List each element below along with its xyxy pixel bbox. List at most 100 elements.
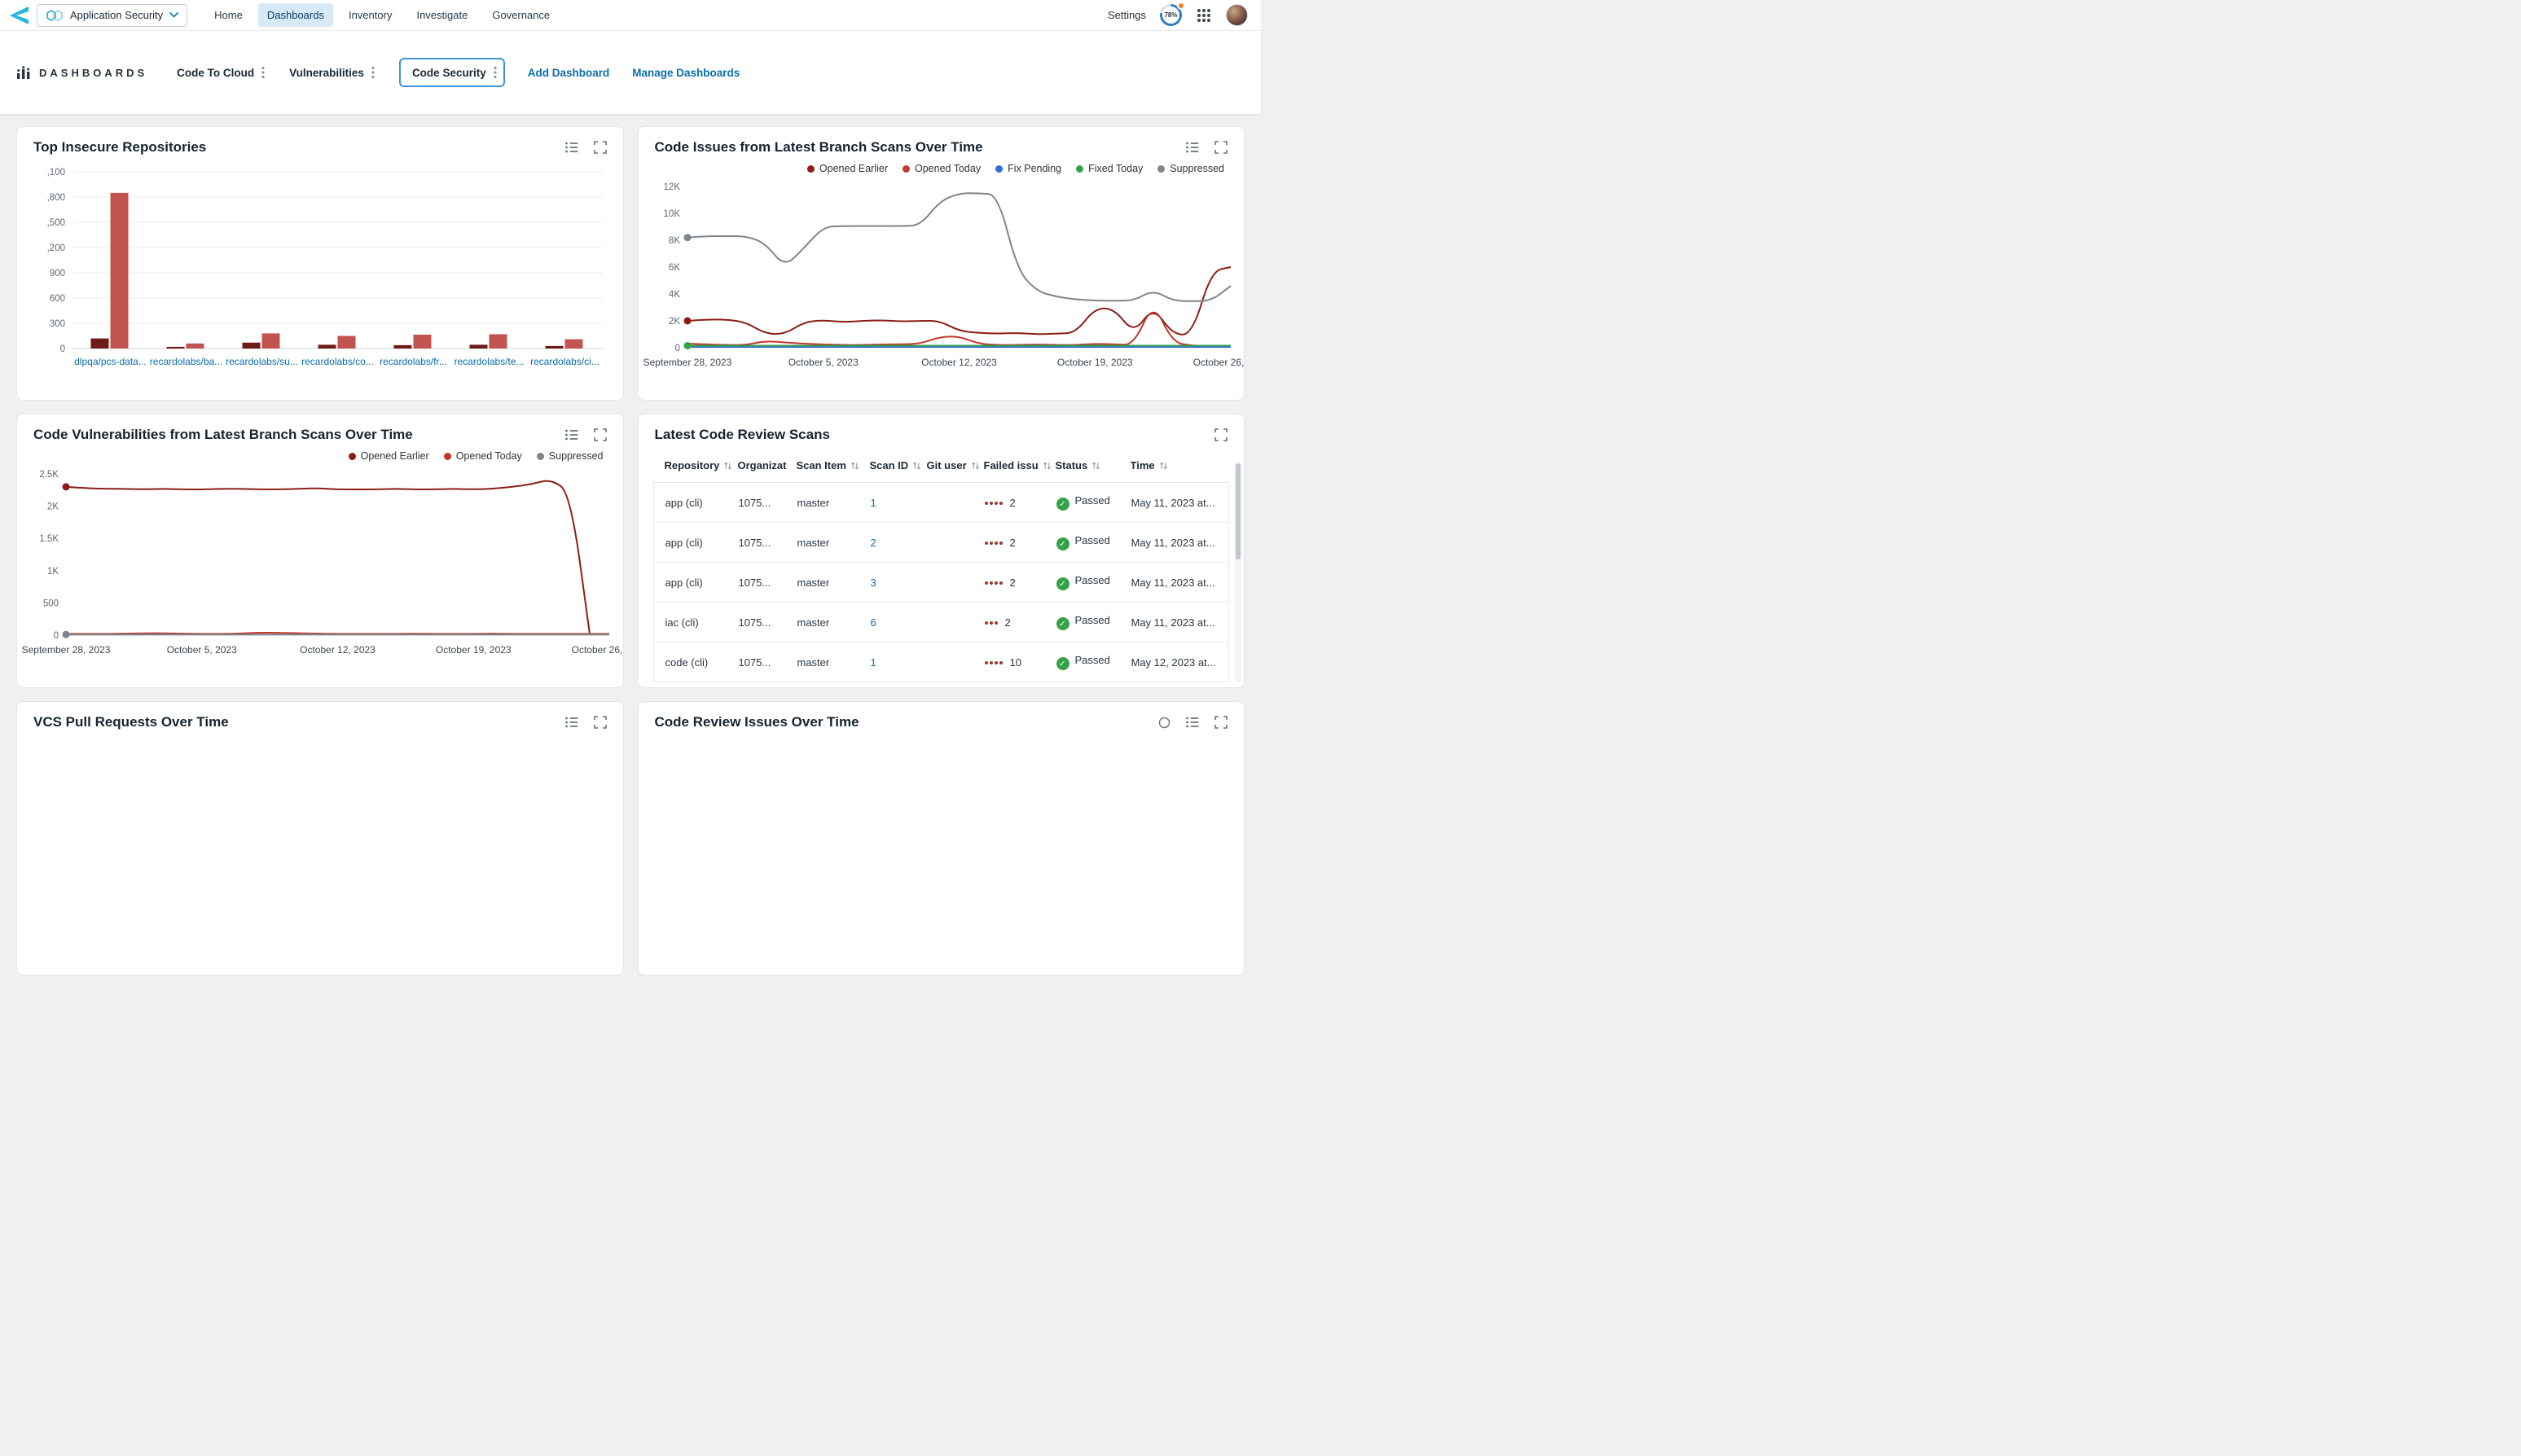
- prisma-logo-icon[interactable]: [8, 5, 30, 26]
- kebab-menu-icon[interactable]: [261, 66, 265, 79]
- expand-icon[interactable]: [594, 428, 607, 441]
- bar[interactable]: [490, 334, 507, 349]
- bar[interactable]: [167, 347, 185, 349]
- cell-time: May 11, 2023 at...: [1131, 537, 1223, 549]
- expand-icon[interactable]: [594, 716, 607, 729]
- sort-icon[interactable]: [1159, 461, 1168, 471]
- bar-category-link[interactable]: recardolabs/te...: [454, 356, 524, 367]
- bar-category-link[interactable]: recardolabs/su...: [226, 356, 298, 367]
- legend-item[interactable]: Opened Today: [444, 450, 522, 462]
- tab-vulnerabilities[interactable]: Vulnerabilities: [289, 66, 375, 79]
- user-avatar[interactable]: [1226, 4, 1248, 26]
- legend-item[interactable]: Fix Pending: [995, 163, 1061, 174]
- column-header-git-user[interactable]: Git user: [927, 459, 984, 471]
- column-header-organization[interactable]: Organizat: [738, 459, 797, 471]
- nav-inventory[interactable]: Inventory: [340, 3, 401, 27]
- tab-label: Code Security: [412, 67, 486, 79]
- cell-status: ✓Passed: [1056, 614, 1131, 631]
- list-view-icon[interactable]: [564, 140, 579, 155]
- column-header-status[interactable]: Status: [1056, 459, 1131, 471]
- cell-scan-id: 2: [871, 537, 928, 549]
- legend-item[interactable]: Suppressed: [1157, 163, 1224, 174]
- manage-dashboards-link[interactable]: Manage Dashboards: [632, 67, 740, 79]
- app-selector-dropdown[interactable]: Application Security: [37, 4, 187, 27]
- scan-id-link[interactable]: 2: [871, 537, 876, 549]
- list-view-icon[interactable]: [1185, 715, 1200, 730]
- bar[interactable]: [243, 343, 261, 349]
- expand-icon[interactable]: [594, 141, 607, 154]
- sort-icon[interactable]: [1091, 461, 1100, 471]
- bar-category-link[interactable]: dlpqa/pcs-data...: [74, 356, 147, 367]
- expand-icon[interactable]: [1214, 428, 1228, 441]
- bar[interactable]: [546, 346, 564, 349]
- bar[interactable]: [187, 344, 204, 349]
- bar[interactable]: [338, 336, 356, 349]
- nav-home[interactable]: Home: [205, 3, 252, 27]
- legend-item[interactable]: Opened Earlier: [349, 450, 429, 462]
- legend-item[interactable]: Suppressed: [537, 450, 604, 462]
- bar[interactable]: [470, 344, 488, 349]
- sort-icon[interactable]: [971, 461, 980, 471]
- bar[interactable]: [318, 344, 336, 349]
- card-title: Top Insecure Repositories: [33, 139, 206, 156]
- scrollbar-thumb[interactable]: [1236, 463, 1241, 559]
- column-header-failed-issues[interactable]: Failed issu: [984, 459, 1056, 471]
- tab-code-to-cloud[interactable]: Code To Cloud: [177, 66, 265, 79]
- column-header-scan-item[interactable]: Scan Item: [797, 459, 870, 471]
- legend-item[interactable]: Opened Earlier: [807, 163, 888, 174]
- bar-category-link[interactable]: recardolabs/ci...: [530, 356, 600, 367]
- nav-dashboards[interactable]: Dashboards: [258, 3, 333, 27]
- severity-dot: [985, 621, 988, 625]
- bar[interactable]: [111, 193, 129, 349]
- bar-category-link[interactable]: recardolabs/co...: [301, 356, 374, 367]
- bar[interactable]: [565, 340, 583, 349]
- list-view-icon[interactable]: [564, 715, 579, 730]
- x-tick-label: September 28, 2023: [643, 357, 731, 368]
- legend-item[interactable]: Fixed Today: [1076, 163, 1143, 174]
- expand-icon[interactable]: [1214, 716, 1228, 729]
- kebab-menu-icon[interactable]: [371, 66, 375, 79]
- scan-id-link[interactable]: 3: [871, 577, 876, 589]
- expand-icon[interactable]: [1214, 141, 1228, 154]
- list-view-icon[interactable]: [1185, 140, 1200, 155]
- dashboards-icon: [16, 66, 31, 80]
- legend-item[interactable]: Opened Today: [903, 163, 981, 174]
- column-header-repository[interactable]: Repository: [653, 459, 738, 471]
- bar[interactable]: [394, 345, 412, 349]
- x-tick-label: October 19, 2023: [436, 644, 512, 656]
- nav-governance[interactable]: Governance: [483, 3, 559, 27]
- notification-dot: [1177, 2, 1185, 10]
- column-header-scan-id[interactable]: Scan ID: [870, 459, 927, 471]
- sort-icon[interactable]: [723, 461, 732, 471]
- bar-category-link[interactable]: recardolabs/ba...: [150, 356, 222, 367]
- settings-link[interactable]: Settings: [1108, 9, 1146, 21]
- kebab-menu-icon[interactable]: [494, 66, 497, 79]
- y-tick-label: 4K: [668, 290, 679, 300]
- table-body: app (cli)1075...master12✓PassedMay 11, 2…: [653, 482, 1230, 682]
- list-view-icon[interactable]: [564, 428, 579, 442]
- column-label: Repository: [665, 459, 720, 471]
- dashboards-label: DASHBOARDS: [39, 67, 147, 79]
- legend-label: Suppressed: [549, 450, 604, 462]
- card-title: VCS Pull Requests Over Time: [33, 714, 229, 730]
- add-dashboard-link[interactable]: Add Dashboard: [528, 67, 610, 79]
- bar[interactable]: [262, 333, 280, 349]
- nav-investigate[interactable]: Investigate: [407, 3, 477, 27]
- table-scrollbar[interactable]: [1235, 462, 1241, 682]
- bar[interactable]: [414, 335, 432, 349]
- usage-badge[interactable]: 78%: [1160, 4, 1182, 26]
- tab-code-security[interactable]: Code Security: [399, 58, 505, 87]
- bar-chart: 0300600900,200,500,800,100dlpqa/pcs-data…: [17, 159, 624, 389]
- bar[interactable]: [91, 339, 109, 349]
- apps-grid-icon[interactable]: [1196, 7, 1212, 24]
- y-tick-label: 600: [50, 294, 65, 304]
- sort-icon[interactable]: [850, 461, 859, 471]
- column-header-time[interactable]: Time: [1131, 459, 1223, 471]
- sort-icon[interactable]: [912, 461, 921, 471]
- scan-id-link[interactable]: 1: [871, 497, 876, 509]
- sort-icon[interactable]: [1043, 461, 1052, 471]
- bar-category-link[interactable]: recardolabs/fr...: [380, 356, 447, 367]
- scan-id-link[interactable]: 1: [871, 656, 876, 669]
- severity-dot: [985, 581, 988, 585]
- scan-id-link[interactable]: 6: [871, 616, 876, 629]
